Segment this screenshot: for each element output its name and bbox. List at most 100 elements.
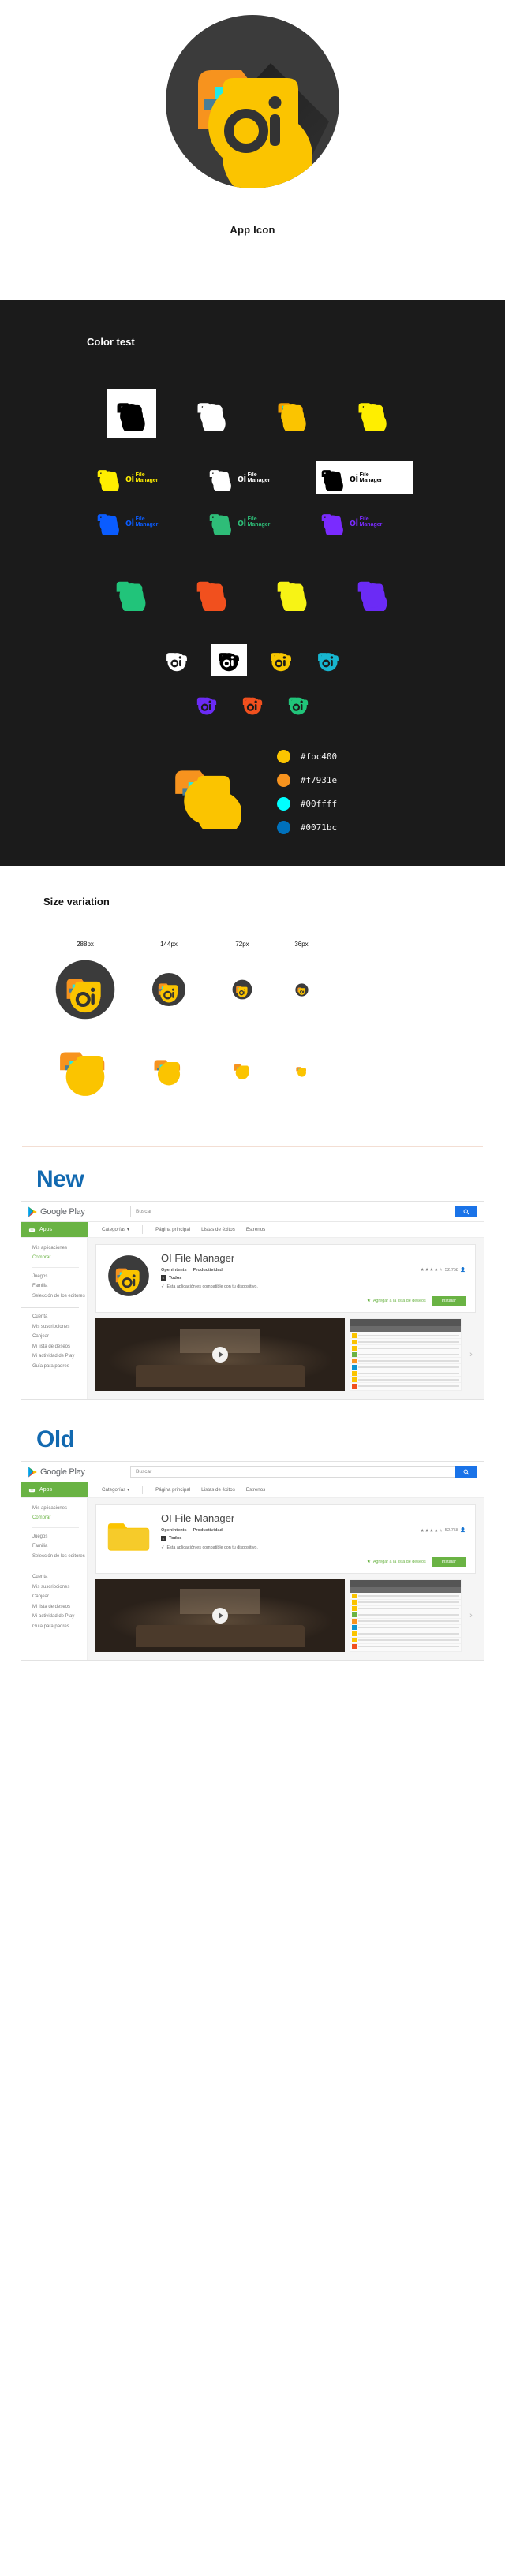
sidebar-item-guia-padres[interactable]: Guía para padres: [32, 1362, 87, 1372]
logo-filemanager-text: File Manager: [359, 472, 383, 483]
sidebar-item-juegos[interactable]: Juegos: [32, 1532, 87, 1542]
list-item: [350, 1351, 461, 1359]
nav-pagina-principal[interactable]: Página principal: [155, 1487, 190, 1493]
sidebar-item-familia[interactable]: Familia: [32, 1282, 87, 1292]
oi-app-icon: [55, 960, 115, 1020]
sidebar-item-seleccion-editores[interactable]: Selección de los editores: [32, 1292, 87, 1302]
app-screenshot-1[interactable]: [350, 1318, 462, 1392]
compat-text: Esta aplicación es compatible con tu dis…: [166, 1284, 258, 1290]
round-icon-row-1: [0, 644, 505, 676]
promo-video[interactable]: [95, 1318, 345, 1392]
nav-categorias[interactable]: Categorías ▾: [102, 1227, 129, 1232]
list-item: [350, 1619, 461, 1625]
folder-yellow2: [268, 569, 317, 617]
rating-stars: ★★★★★: [420, 1528, 443, 1534]
color-folder-row: [0, 569, 505, 617]
sidebar-item-guia-padres[interactable]: Guía para padres: [32, 1622, 87, 1632]
promo-video[interactable]: [95, 1579, 345, 1652]
app-category[interactable]: Productividad: [193, 1528, 223, 1533]
sidebar-item-seleccion-editores[interactable]: Selección de los editores: [32, 1552, 87, 1562]
sidebar-item-cuenta[interactable]: Cuenta: [32, 1573, 87, 1583]
wishlist-button[interactable]: ★ Agregar a la lista de deseos: [367, 1560, 426, 1564]
tab-apps[interactable]: Apps: [21, 1222, 88, 1237]
size-label-row: 288px 144px 72px 36px: [0, 941, 505, 948]
search-button[interactable]: [455, 1206, 477, 1217]
sidebar-item-canjear[interactable]: Canjear: [32, 1593, 87, 1603]
app-info: OI File Manager Openintents Productivida…: [161, 1252, 466, 1307]
compat-text: Esta aplicación es compatible con tu dis…: [166, 1545, 258, 1550]
logo-green: oi File Manager: [204, 505, 301, 539]
screenshot-subbar: [350, 1326, 461, 1333]
next-media-arrow[interactable]: ›: [466, 1318, 476, 1391]
sidebar-item-familia[interactable]: Familia: [32, 1542, 87, 1553]
install-button[interactable]: Instalar: [432, 1556, 466, 1567]
folder-icon: [154, 1060, 181, 1086]
sidebar-item-canjear[interactable]: Canjear: [32, 1333, 87, 1343]
install-button[interactable]: Instalar: [432, 1296, 466, 1307]
round-icon-amber: [267, 647, 294, 673]
wishlist-button[interactable]: ★ Agregar a la lista de deseos: [367, 1299, 426, 1303]
folder-icon: [277, 581, 307, 611]
logo-filemanager-text: File Manager: [135, 516, 159, 528]
folder-orangered: [188, 569, 237, 617]
folder-icon: [209, 514, 231, 535]
app-rating: ★★★★★ 52.758 👤: [421, 1528, 466, 1534]
size-row-circle: [0, 959, 505, 1020]
play-topbar: Google Play Buscar: [21, 1202, 484, 1222]
search-input[interactable]: Buscar: [130, 1466, 456, 1478]
nav-pagina-principal[interactable]: Página principal: [155, 1227, 190, 1232]
play-triangle-icon: [28, 1206, 37, 1217]
app-category[interactable]: Productividad: [193, 1268, 223, 1273]
sidebar-item-mis-aplicaciones[interactable]: Mis aplicaciones: [32, 1243, 87, 1254]
logo-black-on-white: oi File Manager: [316, 461, 413, 494]
next-media-arrow[interactable]: ›: [466, 1579, 476, 1652]
play-store-screenshot-new: Google Play Buscar Apps Categorías ▾ Pág…: [21, 1201, 484, 1400]
google-play-logo[interactable]: Google Play: [28, 1467, 130, 1478]
palette-hex: #0071bc: [300, 822, 338, 833]
app-developer[interactable]: Openintents: [161, 1268, 187, 1273]
app-rating: ★★★★★ 52.758 👤: [421, 1267, 466, 1273]
oi-badge-icon: [196, 697, 217, 715]
sidebar-item-juegos[interactable]: Juegos: [32, 1272, 87, 1282]
round-icon-row-2: [0, 692, 505, 717]
sidebar-item-comprar[interactable]: Comprar: [32, 1254, 87, 1264]
nav-listas-exitos[interactable]: Listas de éxitos: [201, 1227, 235, 1232]
sidebar-item-mis-aplicaciones[interactable]: Mis aplicaciones: [32, 1504, 87, 1514]
size-variation-section: Size variation 288px 144px 72px 36px: [0, 866, 505, 1124]
oi-app-icon: [232, 979, 252, 1000]
old-label: Old: [36, 1426, 75, 1453]
search-input[interactable]: Buscar: [130, 1206, 456, 1217]
play-button[interactable]: [212, 1347, 228, 1363]
person-icon: 👤: [460, 1528, 466, 1534]
folder-swatch-white: [188, 389, 237, 438]
sidebar-item-lista-deseos[interactable]: Mi lista de deseos: [32, 1602, 87, 1612]
palette-dot: [276, 774, 290, 787]
round-icon-green: [286, 692, 311, 717]
sidebar-item-actividad-play[interactable]: Mi actividad de Play: [32, 1612, 87, 1623]
nav-listas-exitos[interactable]: Listas de éxitos: [201, 1487, 235, 1493]
sidebar-item-lista-deseos[interactable]: Mi lista de deseos: [32, 1342, 87, 1352]
sidebar-item-comprar[interactable]: Comprar: [32, 1514, 87, 1524]
sidebar-item-cuenta[interactable]: Cuenta: [32, 1313, 87, 1323]
nav-estrenos[interactable]: Estrenos: [246, 1227, 265, 1232]
sidebar-item-mis-suscripciones[interactable]: Mis suscripciones: [32, 1583, 87, 1593]
chevron-down-icon: ▾: [127, 1227, 130, 1232]
media-strip: ›: [95, 1579, 476, 1652]
nav-categorias[interactable]: Categorías ▾: [102, 1487, 129, 1493]
palette-item: #00ffff: [276, 797, 337, 811]
search-button[interactable]: [455, 1466, 477, 1478]
list-item: [350, 1364, 461, 1371]
google-play-logo[interactable]: Google Play: [28, 1206, 130, 1217]
app-screenshot-1[interactable]: [350, 1579, 462, 1652]
play-topbar: Google Play Buscar: [21, 1462, 484, 1483]
logo-filemanager-text: File Manager: [247, 472, 271, 483]
nav-estrenos[interactable]: Estrenos: [246, 1487, 265, 1493]
color-test-title: Color test: [87, 336, 135, 348]
tab-apps[interactable]: Apps: [21, 1482, 88, 1498]
play-button[interactable]: [212, 1607, 228, 1624]
oi-app-icon: [152, 972, 186, 1007]
play-body: Mis aplicaciones Comprar Juegos Familia …: [21, 1238, 484, 1400]
sidebar-item-mis-suscripciones[interactable]: Mis suscripciones: [32, 1322, 87, 1333]
sidebar-item-actividad-play[interactable]: Mi actividad de Play: [32, 1352, 87, 1363]
app-developer[interactable]: Openintents: [161, 1528, 187, 1533]
